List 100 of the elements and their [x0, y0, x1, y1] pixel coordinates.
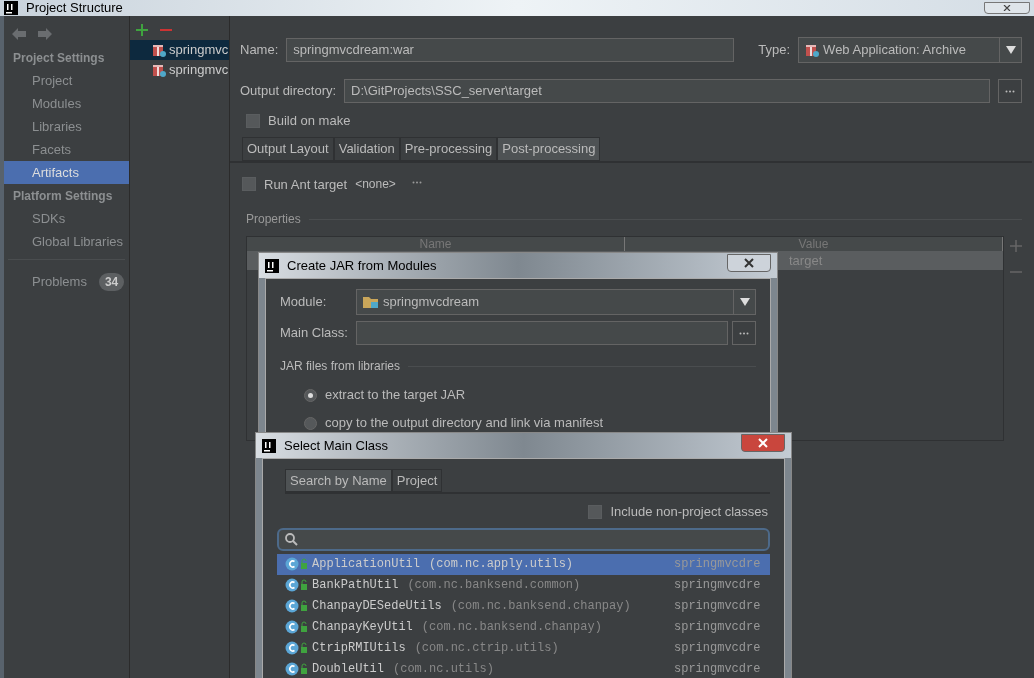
dialog-title: Select Main Class: [284, 436, 389, 455]
checkbox[interactable]: [242, 177, 256, 192]
class-icon: [285, 599, 309, 613]
archive-icon: [805, 43, 820, 57]
artifact-item[interactable]: springmvc: [130, 60, 229, 80]
class-module: springmvcdre: [674, 661, 762, 678]
tab[interactable]: Validation: [333, 136, 400, 161]
ellipsis-icon: [1005, 89, 1015, 93]
radio-label: extract to the target JAR: [325, 386, 466, 405]
module-label: Module:: [280, 293, 328, 312]
main-class-field[interactable]: [356, 321, 728, 345]
build-on-make-label: Build on make: [268, 112, 351, 130]
sidebar-item[interactable]: Facets: [4, 138, 129, 161]
back-arrow-icon[interactable]: [12, 28, 26, 40]
artifact-label: springmvc: [169, 41, 229, 60]
dialog-title: Create JAR from Modules: [287, 256, 437, 275]
type-value: Web Application: Archive: [823, 41, 967, 60]
tab[interactable]: Pre-processing: [399, 136, 498, 161]
ellipsis-icon: [739, 331, 749, 335]
class-result-row[interactable]: ChanpayKeyUtil (com.nc.banksend.chanpay) springmvcdre: [277, 616, 770, 638]
class-name: DoubleUtil: [312, 661, 384, 678]
type-label: Type:: [758, 41, 791, 60]
module-dropdown[interactable]: springmvcdream: [356, 289, 756, 315]
output-directory-field[interactable]: D:\GitProjects\SSC_server\target: [344, 79, 990, 103]
class-result-row[interactable]: BankPathUtil (com.nc.banksend.common) springmvcdre: [277, 574, 770, 596]
sidebar-item[interactable]: Libraries: [4, 115, 129, 138]
sidebar-heading: Project Settings: [12, 49, 106, 67]
forward-arrow-icon[interactable]: [38, 28, 52, 40]
sidebar-item[interactable]: SDKs: [4, 207, 129, 230]
name-field[interactable]: springmvcdream:war: [286, 38, 735, 62]
radio-button[interactable]: [304, 388, 317, 402]
close-icon: [744, 257, 754, 268]
problems-item[interactable]: Problems: [32, 272, 87, 292]
class-icon: [285, 662, 309, 676]
search-icon: [285, 532, 298, 546]
tab[interactable]: Post-processing: [497, 136, 601, 161]
class-icon: [285, 641, 309, 655]
sidebar-heading: Platform Settings: [12, 187, 114, 205]
main-class-label: Main Class:: [280, 324, 349, 343]
include-non-project-label: Include non-project classes: [610, 503, 768, 521]
class-package: (com.nc.banksend.common): [407, 577, 581, 594]
class-result-row[interactable]: ChanpayDESedeUtils (com.nc.banksend.chanpay) springmvcdre: [277, 595, 770, 617]
tab[interactable]: Output Layout: [242, 136, 334, 161]
module-value: springmvcdream: [383, 293, 481, 312]
sidebar-item[interactable]: Modules: [4, 92, 129, 115]
close-button[interactable]: [984, 2, 1030, 14]
artifact-label: springmvc: [169, 61, 229, 80]
sidebar-item[interactable]: Global Libraries: [4, 230, 129, 253]
class-icon: [285, 557, 309, 571]
class-module: springmvcdre: [674, 598, 762, 615]
close-icon: [1003, 5, 1011, 11]
sidebar-item[interactable]: Project: [4, 69, 129, 92]
class-module: springmvcdre: [674, 577, 762, 594]
browse-button[interactable]: [732, 321, 756, 345]
sidebar-item[interactable]: Artifacts: [4, 161, 129, 184]
search-field[interactable]: [277, 527, 770, 551]
archive-icon: [152, 43, 166, 57]
libraries-title: JAR files from libraries: [280, 358, 401, 375]
artifact-item[interactable]: springmvc: [130, 40, 229, 60]
class-package: (com.nc.apply.utils): [429, 556, 574, 573]
properties-title: Properties: [246, 211, 301, 228]
add-icon[interactable]: [136, 24, 148, 36]
checkbox[interactable]: [588, 504, 603, 519]
class-name: ChanpayDESedeUtils: [312, 598, 442, 615]
app-logo-icon: [262, 438, 276, 453]
class-package: (com.nc.banksend.chanpay): [450, 598, 631, 615]
output-directory-label: Output directory:: [240, 82, 337, 101]
close-button[interactable]: [741, 433, 785, 452]
caret-icon: [739, 298, 750, 306]
class-name: BankPathUtil: [312, 577, 399, 594]
class-result-row[interactable]: DoubleUtil (com.nc.utils) springmvcdre: [277, 658, 770, 678]
tab[interactable]: Search by Name: [285, 469, 392, 492]
checkbox[interactable]: [246, 113, 260, 128]
radio-button[interactable]: [304, 416, 317, 430]
browse-button[interactable]: [998, 79, 1022, 103]
class-module: springmvcdre: [674, 640, 762, 657]
close-icon: [758, 437, 768, 448]
class-result-row[interactable]: CtripRMIUtils (com.nc.ctrip.utils) springmvcdre: [277, 637, 770, 659]
class-package: (com.nc.banksend.chanpay): [421, 619, 602, 636]
run-ant-label: Run Ant target: [264, 175, 348, 194]
caret-icon: [1005, 46, 1016, 54]
add-icon[interactable]: [1010, 240, 1022, 252]
class-name: CtripRMIUtils: [312, 640, 406, 657]
problems-count: 34: [98, 272, 125, 291]
folder-icon: [363, 295, 379, 309]
class-name: ChanpayKeyUtil: [312, 619, 413, 636]
archive-icon: [152, 63, 166, 77]
class-name: ApplicationUtil: [312, 556, 421, 573]
class-module: springmvcdre: [674, 556, 762, 573]
name-label: Name:: [240, 41, 279, 60]
ellipsis-icon[interactable]: [411, 180, 422, 184]
class-icon: [285, 620, 309, 634]
class-module: springmvcdre: [674, 619, 762, 636]
tab[interactable]: Project: [391, 469, 443, 492]
app-logo-icon: [265, 258, 279, 273]
close-button[interactable]: [727, 253, 771, 272]
type-dropdown[interactable]: Web Application: Archive: [798, 37, 1022, 63]
window-title: Project Structure: [26, 0, 123, 18]
ant-target-value: <none>: [355, 176, 396, 194]
class-result-row[interactable]: ApplicationUtil (com.nc.apply.utils) springmvcdre: [277, 553, 770, 575]
